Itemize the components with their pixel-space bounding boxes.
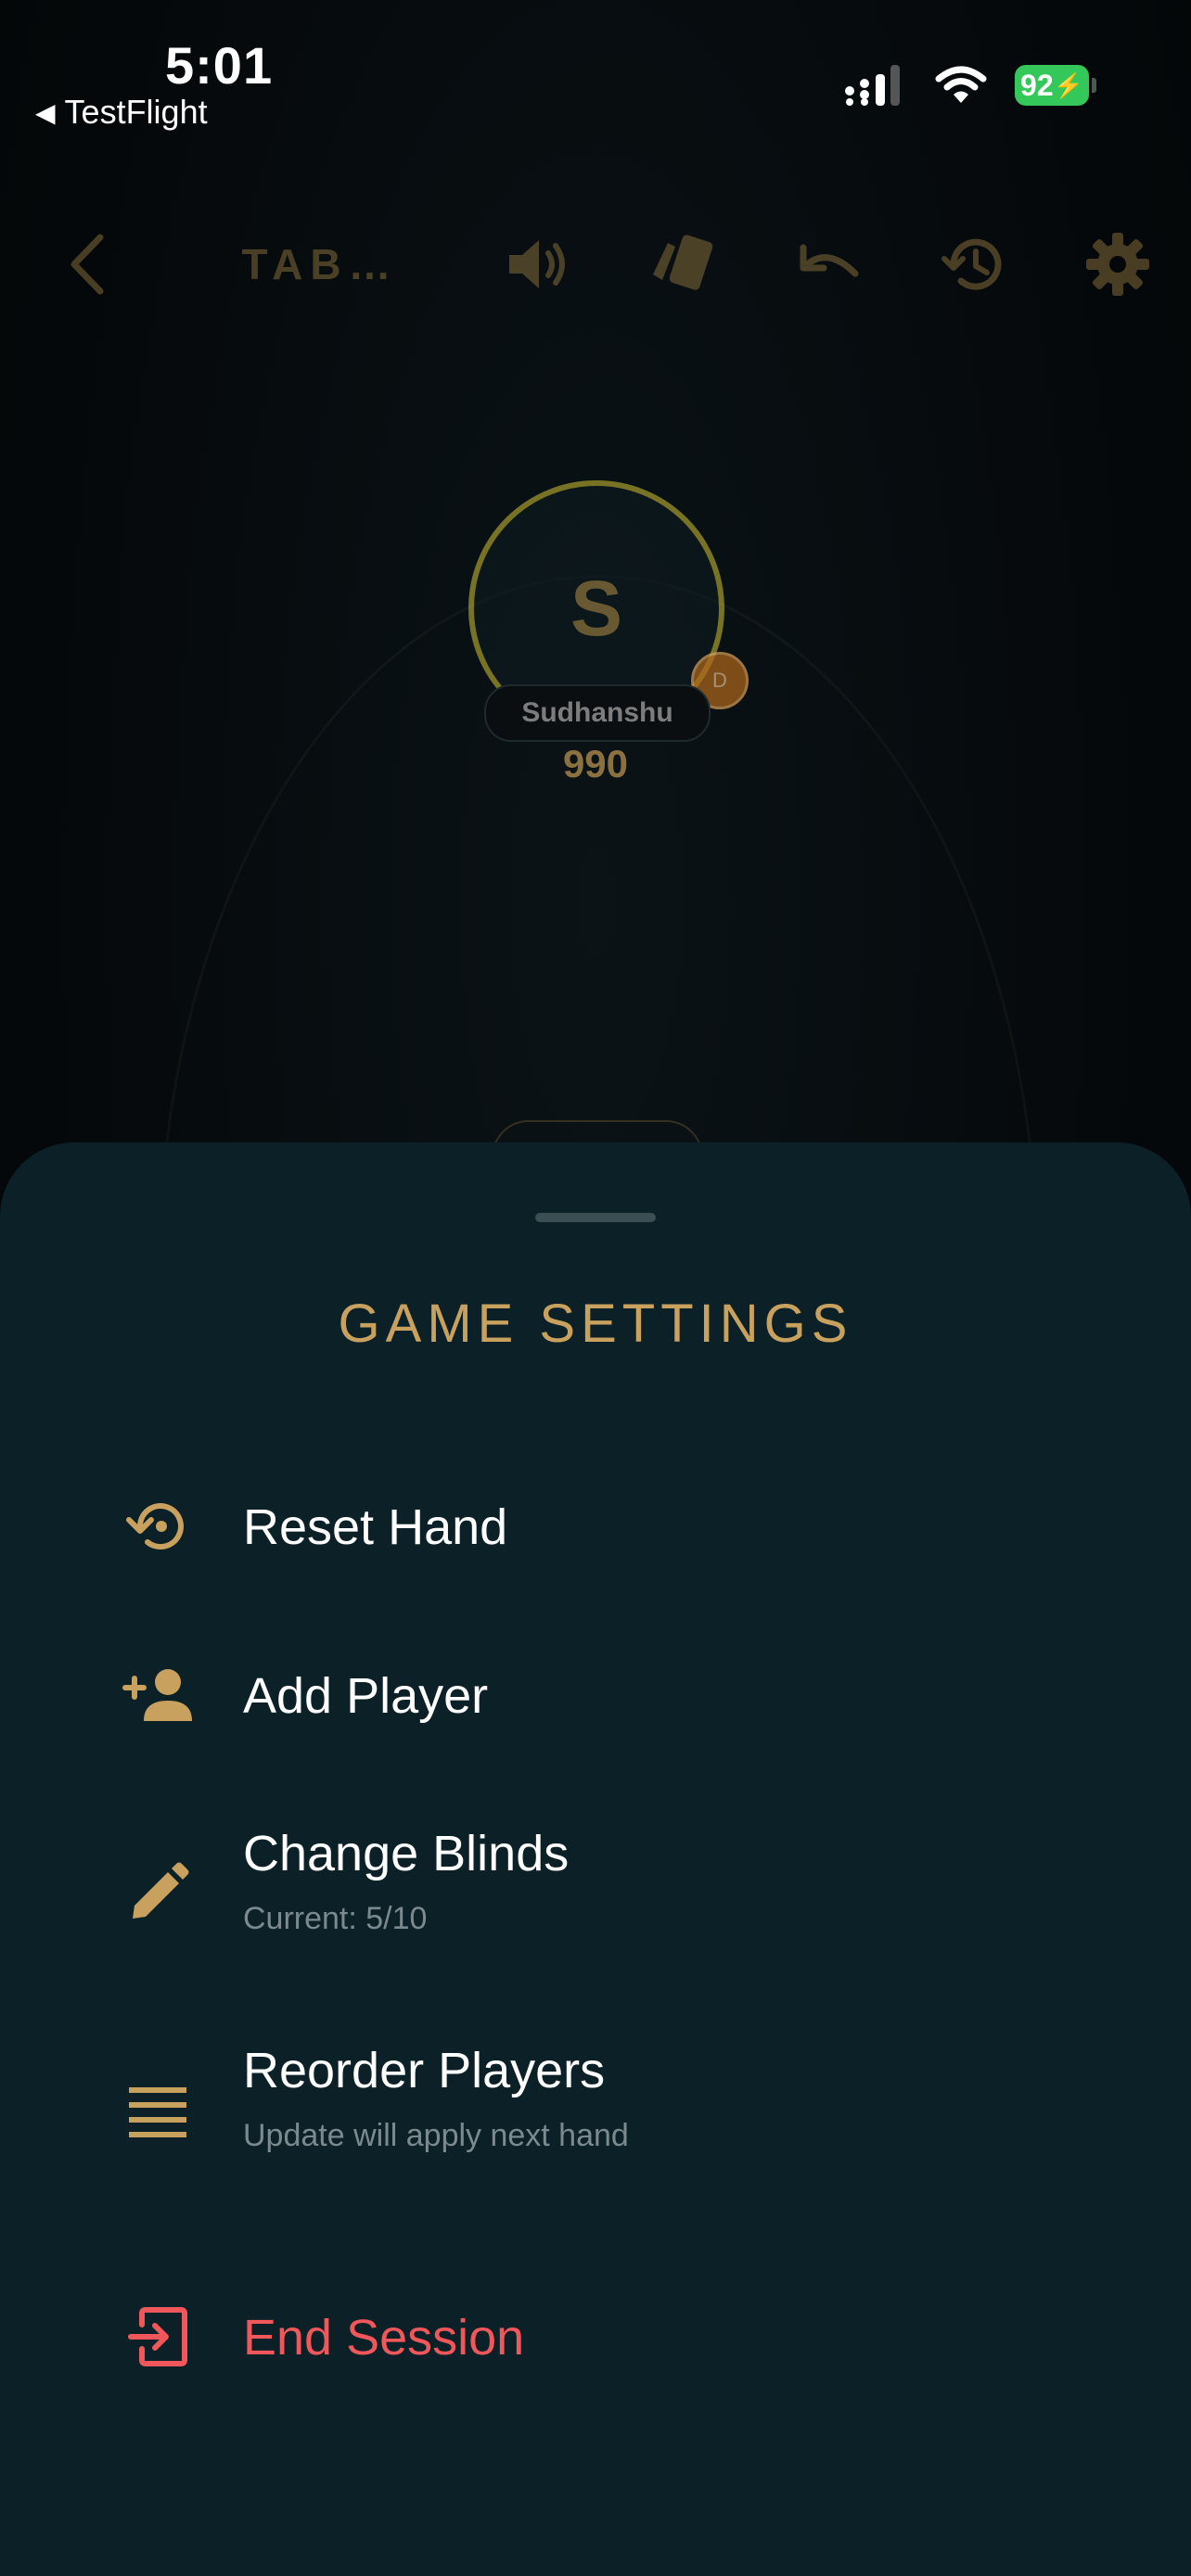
menu-item-reorder-players[interactable]: Reorder Players Update will apply next h… (121, 2025, 1067, 2183)
menu-item-reset-hand[interactable]: Reset Hand (121, 1471, 1067, 1582)
chevron-left-icon (70, 234, 104, 295)
signal-icon (845, 65, 900, 106)
menu-label: End Session (243, 2310, 525, 2366)
menu-label: Reset Hand (243, 1499, 508, 1555)
player-name: Sudhanshu (484, 684, 711, 742)
table-title: TAB… (241, 240, 399, 288)
top-toolbar: TAB… (0, 213, 1191, 315)
back-button[interactable] (56, 213, 121, 315)
back-app-label: TestFlight (64, 93, 208, 131)
history-icon (941, 238, 1002, 290)
charging-bolt-icon: ⚡ (1053, 70, 1083, 99)
battery-indicator: 92 ⚡ (1015, 65, 1096, 106)
menu-item-change-blinds[interactable]: Change Blinds Current: 5/10 (121, 1808, 1067, 1966)
menu-label: Change Blinds (243, 1826, 570, 1881)
menu-sublabel: Update will apply next hand (243, 2118, 629, 2153)
add-person-icon (121, 1658, 195, 1732)
app-screen: 5:01 ◀ TestFlight 92 ⚡ TAB… S D Sudhansh… (0, 0, 1191, 2576)
menu-item-end-session[interactable]: End Session (121, 2281, 1067, 2392)
menu-label: Reorder Players (243, 2043, 606, 2098)
menu-label: Add Player (243, 1668, 489, 1724)
player-chips: 990 (562, 742, 629, 785)
menu-item-add-player[interactable]: Add Player (121, 1639, 1067, 1751)
settings-button[interactable] (1081, 213, 1155, 315)
history-button[interactable] (937, 213, 1011, 315)
reset-icon (121, 1489, 195, 1563)
back-to-testflight[interactable]: ◀ TestFlight (35, 93, 208, 132)
battery-level: 92 (1020, 68, 1054, 102)
sound-button[interactable] (501, 213, 575, 315)
status-indicators: 92 ⚡ (844, 65, 1096, 106)
wifi-icon (935, 66, 987, 103)
menu-sublabel: Current: 5/10 (243, 1901, 428, 1936)
status-time: 5:01 (165, 36, 274, 95)
sheet-title: GAME SETTINGS (338, 1294, 853, 1354)
speaker-icon (509, 240, 565, 288)
game-settings-sheet: GAME SETTINGS Reset Hand Add Player Chan… (0, 1142, 1191, 2576)
exit-icon (121, 2300, 195, 2374)
undo-icon (800, 244, 859, 277)
pencil-icon (121, 1856, 195, 1931)
sheet-drag-handle[interactable] (535, 1213, 656, 1222)
back-triangle-icon: ◀ (35, 97, 56, 127)
cards-button[interactable] (645, 213, 719, 315)
cards-icon (653, 235, 713, 290)
reorder-icon (121, 2075, 195, 2149)
gear-icon (1086, 233, 1149, 296)
undo-button[interactable] (791, 213, 865, 315)
